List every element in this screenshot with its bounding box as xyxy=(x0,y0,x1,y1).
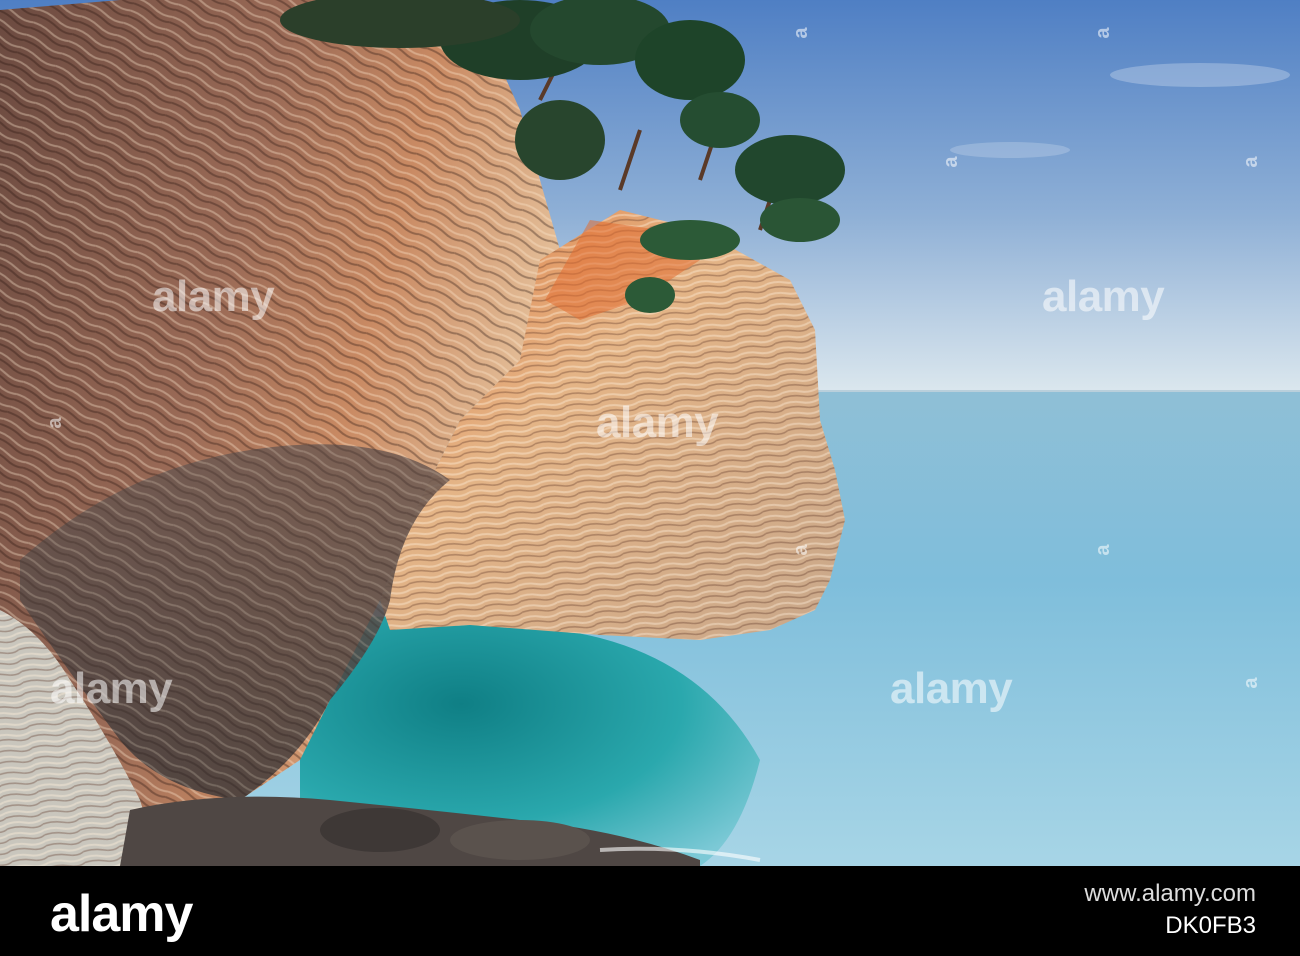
site-url[interactable]: www.alamy.com xyxy=(1084,880,1256,908)
image-id: DK0FB3 xyxy=(1165,912,1256,939)
footer-bar: alamy www.alamy.com DK0FB3 xyxy=(0,866,1300,956)
photo: alamy alamy alamy alamy alamy a a a a a … xyxy=(0,0,1300,866)
seascape-image xyxy=(0,0,1300,866)
alamy-logo: alamy xyxy=(50,885,193,943)
